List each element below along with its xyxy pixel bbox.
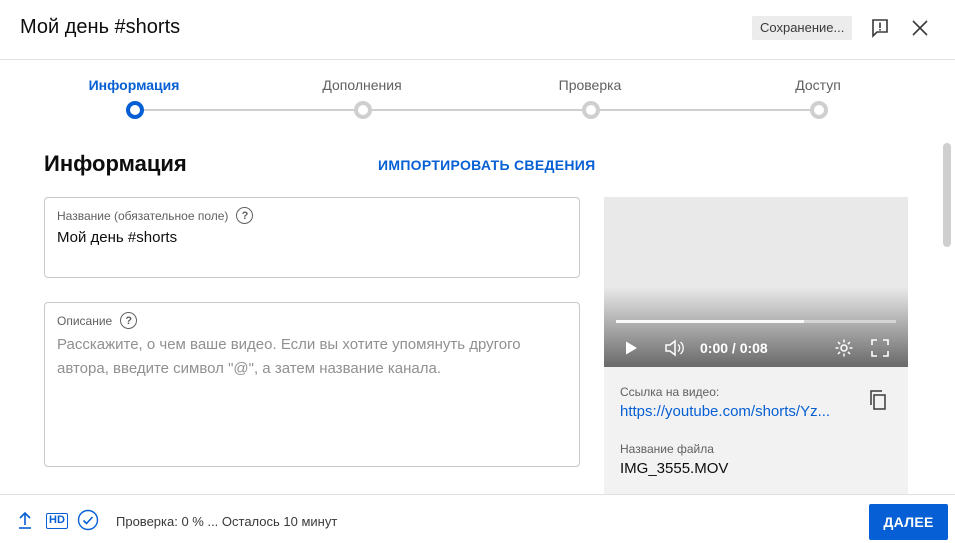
- upload-stepper: Информация Дополнения Проверка Доступ: [0, 60, 955, 130]
- import-details-button[interactable]: ИМПОРТИРОВАТЬ СВЕДЕНИЯ: [378, 157, 596, 173]
- description-field-label: Описание ?: [57, 312, 138, 329]
- copy-icon[interactable]: [868, 389, 892, 413]
- step-dot: [582, 101, 600, 119]
- video-link[interactable]: https://youtube.com/shorts/Yz...: [620, 403, 840, 420]
- description-field[interactable]: Описание ? Расскажите, о чем ваше видео.…: [44, 302, 580, 467]
- title-input[interactable]: Мой день #shorts: [57, 229, 177, 246]
- saving-status-badge: Сохранение...: [752, 16, 853, 40]
- video-link-label: Ссылка на видео:: [620, 385, 720, 399]
- step-dot: [810, 101, 828, 119]
- step-dot-active: [126, 101, 144, 119]
- step-information[interactable]: Информация: [54, 60, 214, 119]
- step-label: Информация: [88, 77, 180, 93]
- step-label: Дополнения: [322, 77, 402, 93]
- settings-gear-icon[interactable]: [833, 337, 855, 359]
- close-icon[interactable]: [908, 16, 932, 40]
- video-progress-bar[interactable]: [616, 320, 896, 323]
- step-connector: [370, 109, 582, 111]
- dialog-header: Мой день #shorts Сохранение...: [0, 0, 955, 60]
- volume-icon[interactable]: [663, 337, 685, 359]
- section-title: Информация: [44, 151, 187, 176]
- hd-badge: HD: [46, 513, 68, 529]
- video-player[interactable]: 0:00 / 0:08: [604, 197, 908, 367]
- feedback-icon[interactable]: [868, 16, 892, 40]
- video-time: 0:00 / 0:08: [700, 340, 768, 356]
- help-icon[interactable]: ?: [236, 207, 254, 224]
- upload-status-text: Проверка: 0 % ... Осталось 10 минут: [116, 514, 338, 529]
- step-access[interactable]: Доступ: [738, 60, 898, 119]
- step-label: Доступ: [795, 77, 841, 93]
- dialog-footer: HD Проверка: 0 % ... Осталось 10 минут Д…: [0, 494, 955, 543]
- filename-label: Название файла: [620, 442, 714, 456]
- step-connector: [598, 109, 810, 111]
- upload-arrow-icon: [14, 509, 36, 531]
- step-checks[interactable]: Проверка: [510, 60, 670, 119]
- help-icon[interactable]: ?: [120, 312, 138, 329]
- filename-value: IMG_3555.MOV: [620, 460, 729, 477]
- scrollbar-thumb[interactable]: [943, 143, 951, 247]
- step-dot: [354, 101, 372, 119]
- next-button[interactable]: ДАЛЕЕ: [869, 504, 948, 540]
- dialog-title: Мой день #shorts: [20, 16, 181, 38]
- description-input[interactable]: Расскажите, о чем ваше видео. Если вы хо…: [57, 333, 557, 381]
- fullscreen-icon[interactable]: [869, 337, 891, 359]
- step-label: Проверка: [558, 77, 622, 93]
- video-progress-fill: [616, 320, 804, 323]
- title-field-label: Название (обязательное поле) ?: [57, 207, 254, 224]
- step-additions[interactable]: Дополнения: [282, 60, 442, 119]
- description-field-label-text: Описание: [57, 313, 113, 328]
- play-icon[interactable]: [620, 337, 642, 359]
- title-field[interactable]: Название (обязательное поле) ? Мой день …: [44, 197, 580, 278]
- title-field-label-text: Название (обязательное поле): [57, 208, 229, 223]
- checks-status-icon: [77, 509, 99, 531]
- video-preview-panel: 0:00 / 0:08 Ссылка на видео: https://you…: [604, 197, 908, 494]
- step-connector: [142, 109, 354, 111]
